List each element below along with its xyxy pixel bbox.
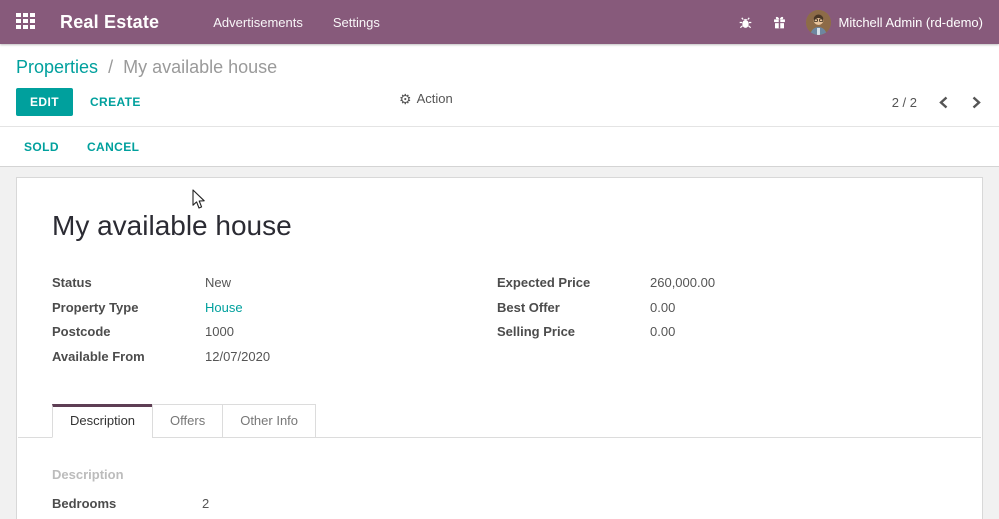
statusbar: SOLD CANCEL (0, 127, 999, 167)
tab-offers[interactable]: Offers (152, 403, 224, 438)
apps-grid-icon[interactable] (16, 13, 38, 31)
pager-count: 2 / 2 (891, 94, 917, 110)
field-label: Available From (52, 348, 145, 364)
field-label: Status (52, 275, 92, 290)
field-value: 0.00 (650, 299, 676, 315)
property-type-link[interactable]: House (205, 300, 243, 315)
control-panel: Properties / My available house EDIT CRE… (0, 44, 999, 127)
field-label: Expected Price (497, 275, 591, 290)
form-sheet: My available house Status New Property T… (16, 177, 983, 519)
form-view: My available house Status New Property T… (0, 167, 999, 519)
breadcrumb-separator: / (108, 57, 114, 77)
field-expected-price: Expected Price 260,000.00 (497, 276, 942, 290)
field-label: Bedrooms (52, 495, 117, 511)
record-title: My available house (52, 210, 292, 241)
pager: 2 / 2 (892, 94, 983, 111)
top-navbar: Real Estate Advertisements Settings Mitc… (0, 0, 999, 44)
action-label: Action (416, 91, 453, 106)
field-value: 1000 (205, 324, 234, 340)
field-selling-price: Selling Price 0.00 (497, 325, 942, 339)
menu-settings[interactable]: Settings (331, 11, 382, 34)
field-group-right: Expected Price 260,000.00 Best Offer 0.0… (497, 276, 942, 375)
breadcrumb-properties[interactable]: Properties (16, 57, 98, 77)
field-available-from: Available From 12/07/2020 (52, 350, 497, 364)
field-value: 12/07/2020 (205, 348, 271, 364)
tab-content-description: Description Bedrooms 2 Living Area (sqm) (52, 438, 947, 519)
field-status: Status New (52, 276, 497, 290)
cancel-button[interactable]: CANCEL (87, 140, 139, 154)
field-label: Property Type (52, 299, 139, 315)
control-panel-buttons: EDIT CREATE ⚙ Action 2 / 2 (16, 88, 983, 126)
chevron-left-icon[interactable] (937, 94, 950, 111)
field-postcode: Postcode 1000 (52, 325, 497, 339)
field-label: Selling Price (497, 324, 576, 340)
field-value: New (205, 275, 232, 290)
field-group-left: Status New Property Type House Postcode … (52, 276, 497, 375)
navbar-right: Mitchell Admin (rd-demo) (738, 9, 984, 35)
action-menu-button[interactable]: ⚙ Action (399, 91, 453, 106)
user-menu[interactable]: Mitchell Admin (rd-demo) (805, 9, 984, 35)
avatar (805, 9, 831, 35)
create-button[interactable]: CREATE (90, 95, 141, 109)
bug-icon[interactable] (738, 14, 754, 30)
gift-icon[interactable] (772, 14, 788, 30)
notebook-tabs: Description Offers Other Info (18, 403, 981, 438)
app-title[interactable]: Real Estate (60, 12, 159, 33)
field-best-offer: Best Offer 0.00 (497, 299, 942, 315)
field-property-type: Property Type House (52, 299, 497, 315)
user-name: Mitchell Admin (rd-demo) (838, 14, 984, 30)
edit-button[interactable]: EDIT (16, 88, 73, 116)
group-title-description: Description (52, 466, 124, 482)
menu-advertisements[interactable]: Advertisements (211, 11, 305, 34)
gear-icon: ⚙ (399, 90, 412, 107)
navbar-menu: Advertisements Settings (211, 11, 382, 34)
tab-other-info[interactable]: Other Info (222, 403, 317, 438)
field-bedrooms: Bedrooms 2 (52, 495, 947, 511)
field-groups: Status New Property Type House Postcode … (52, 276, 947, 375)
tab-description[interactable]: Description (52, 403, 154, 438)
field-label: Best Offer (497, 299, 560, 315)
sold-button[interactable]: SOLD (24, 140, 59, 154)
field-value: 0.00 (650, 324, 676, 340)
field-label: Postcode (52, 324, 111, 340)
chevron-right-icon[interactable] (970, 94, 983, 111)
breadcrumb: Properties / My available house (16, 44, 983, 88)
field-value: 260,000.00 (650, 275, 716, 290)
breadcrumb-current: My available house (123, 57, 278, 77)
field-value: 2 (202, 495, 210, 511)
